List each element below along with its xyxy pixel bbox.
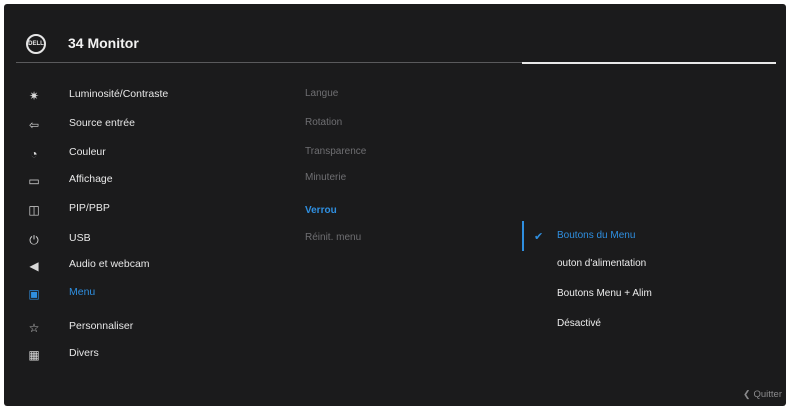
submenu-item-transparency[interactable]: Transparence [305,146,366,157]
brightness-icon: ✷ [28,89,40,103]
option-label: Boutons du Menu [557,230,636,241]
display-icon: ▭ [28,174,40,188]
menu-item-label: Menu [69,286,96,298]
menu-icon: ▣ [28,287,40,301]
pip-pbp-icon: ◫ [28,203,40,217]
menu-item-label: Source entrée [69,117,135,129]
option-label: Boutons Menu + Alim [557,288,652,299]
header: DELL 34 Monitor [4,4,786,66]
menu-item-color[interactable]: ◔ Couleur [26,142,286,166]
usb-icon: ⏻ [29,233,39,247]
menu-item-label: Affichage [69,173,113,185]
option-menu-power-buttons[interactable]: Boutons Menu + Alim [534,285,764,307]
header-divider [16,62,522,63]
menu-item-label: Personnaliser [69,320,134,332]
logo-text: DELL [28,41,44,47]
monitor-title: 34 Monitor [68,35,139,51]
menu-item-input-source[interactable]: ⇦ Source entrée [26,113,286,137]
menu-item-personalize[interactable]: ☆ Personnaliser [26,316,286,340]
option-power-button[interactable]: outon d'alimentation [534,255,764,277]
submenu-item-lock[interactable]: Verrou [305,205,337,216]
menu-item-others[interactable]: ▦ Divers [26,343,286,367]
option-label: outon d'alimentation [557,258,647,269]
color-palette-icon: ◔ [30,147,38,161]
option-label: Désactivé [557,318,601,329]
submenu-item-language[interactable]: Langue [305,88,338,99]
star-icon: ☆ [28,321,40,335]
input-source-icon: ⇦ [28,118,40,132]
menu-item-audio-webcam[interactable]: ◀ Audio et webcam [26,254,286,278]
selection-indicator [522,221,524,251]
menu-item-label: Luminosité/Contraste [69,88,169,100]
submenu-item-reset-menu[interactable]: Réinit. menu [305,232,361,243]
chevron-left-icon: ❮ [742,389,751,399]
menu-item-usb[interactable]: ⏻ USB [26,228,286,252]
menu-item-display[interactable]: ▭ Affichage [26,169,286,193]
submenu-item-timer[interactable]: Minuterie [305,172,346,183]
menu-item-label: PIP/PBP [69,202,110,214]
menu-item-label: USB [69,232,91,244]
menu-item-label: Couleur [69,146,106,158]
osd-window: DELL 34 Monitor ✷ Luminosité/Contraste ⇦… [4,4,786,406]
submenu-item-rotation[interactable]: Rotation [305,117,342,128]
menu-item-label: Divers [69,347,99,359]
quit-label: Quitter [753,389,782,400]
menu-item-menu[interactable]: ▣ Menu [26,282,286,306]
option-disabled[interactable]: Désactivé [534,315,764,337]
dell-logo-icon: DELL [26,34,46,54]
others-icon: ▦ [28,348,40,362]
menu-item-pip-pbp[interactable]: ◫ PIP/PBP [26,198,286,222]
checkmark-icon: ✔ [534,231,544,243]
header-divider-highlight [522,62,776,64]
option-menu-buttons[interactable]: ✔ Boutons du Menu [534,227,764,249]
quit-button[interactable]: ❮ Quitter [743,389,782,400]
menu-item-label: Audio et webcam [69,258,150,270]
audio-webcam-icon: ◀ [29,259,39,273]
menu-item-brightness-contrast[interactable]: ✷ Luminosité/Contraste [26,84,286,108]
